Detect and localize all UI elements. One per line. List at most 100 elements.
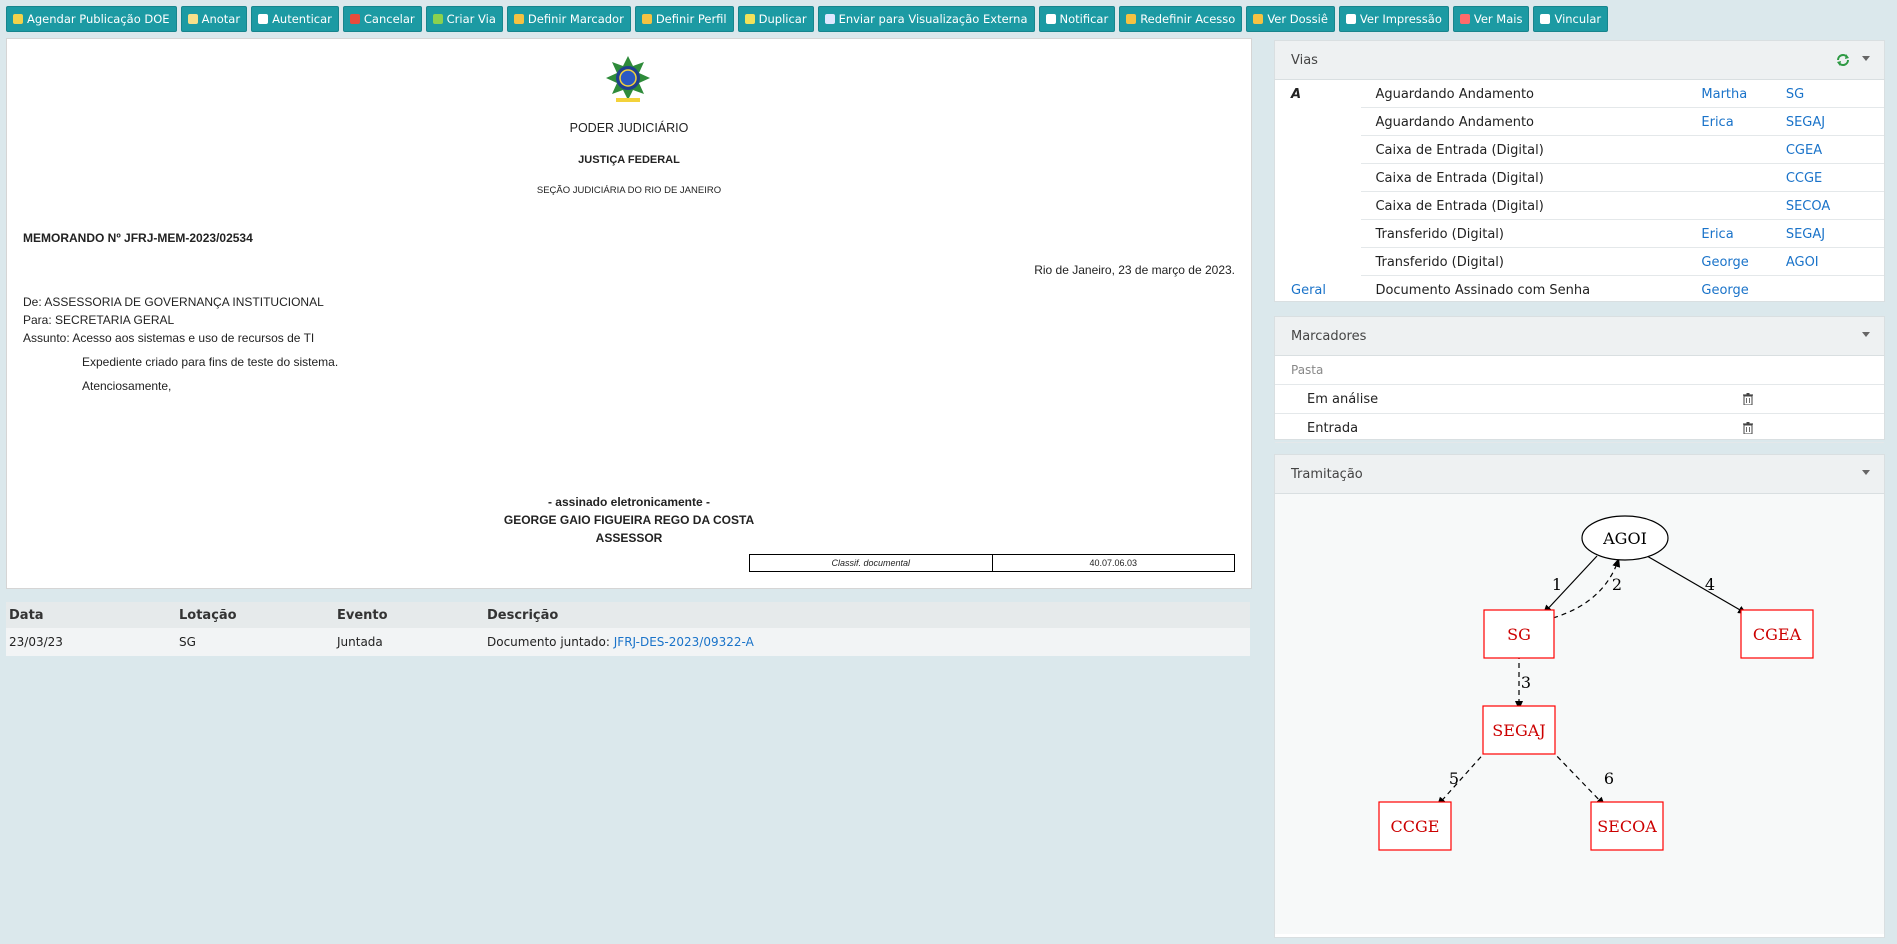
button-label: Definir Perfil	[655, 12, 727, 26]
via-status: Transferido (Digital)	[1375, 226, 1504, 242]
from-line: De: ASSESSORIA DE GOVERNANÇA INSTITUCION…	[23, 295, 324, 309]
edge-arrow	[1646, 555, 1748, 615]
duplicar-button[interactable]: Duplicar	[737, 6, 814, 32]
button-label: Enviar para Visualização Externa	[838, 12, 1028, 26]
via-unit-link[interactable]: CCGE	[1786, 171, 1884, 186]
group-label: Pasta	[1291, 363, 1324, 377]
redefinir-acesso-button[interactable]: Redefinir Acesso	[1119, 6, 1243, 32]
via-person-link[interactable]: George	[1701, 255, 1785, 270]
marcador-item: Em análise	[1275, 385, 1884, 414]
ver-mais-button[interactable]: Ver Mais	[1452, 6, 1530, 32]
via-unit-link[interactable]: SECOA	[1786, 199, 1884, 214]
chevron-down-icon[interactable]	[1862, 470, 1870, 475]
trash-icon[interactable]	[1743, 422, 1753, 434]
node-label: SECOA	[1597, 817, 1657, 836]
signer-name: GEORGE GAIO FIGUEIRA REGO DA COSTA	[503, 513, 755, 527]
calendar-icon	[13, 14, 23, 24]
ver-impressao-button[interactable]: Ver Impressão	[1338, 6, 1449, 32]
row-description: Documento juntado: JFRJ-DES-2023/09322-A	[487, 635, 1250, 649]
authenticate-icon	[258, 14, 269, 24]
classification-label: Classif. documental	[750, 555, 993, 571]
cancelar-button[interactable]: Cancelar	[342, 6, 422, 32]
via-row: Caixa de Entrada (Digital) CCGE	[1275, 164, 1884, 192]
cancel-icon	[349, 14, 360, 24]
signer-role: ASSESSOR	[595, 531, 663, 545]
ver-dossie-button[interactable]: Ver Dossiê	[1246, 6, 1335, 32]
vias-title: Vias	[1291, 52, 1318, 68]
note-icon	[187, 14, 198, 24]
edge-label: 5	[1449, 769, 1459, 788]
via-person-link[interactable]: Erica	[1701, 115, 1785, 130]
to-line: Para: SECRETARIA GERAL	[23, 313, 175, 327]
button-label: Ver Impressão	[1359, 12, 1442, 26]
attached-document-link[interactable]: JFRJ-DES-2023/09322-A	[614, 635, 754, 649]
via-status: Transferido (Digital)	[1375, 254, 1504, 270]
via-unit-link[interactable]: CGEA	[1786, 143, 1884, 158]
header-description: Descrição	[487, 607, 559, 623]
vias-header[interactable]: Vias	[1275, 41, 1884, 80]
memo-number: MEMORANDO Nº JFRJ-MEM-2023/02534	[23, 231, 253, 245]
marcador-label: Entrada	[1307, 420, 1359, 436]
button-label: Duplicar	[758, 12, 807, 26]
edge-arrow	[1436, 749, 1488, 807]
button-label: Cancelar	[363, 12, 415, 26]
marcador-group-label: Pasta	[1275, 356, 1884, 385]
eye-icon	[1459, 14, 1470, 24]
button-label: Criar Via	[446, 12, 496, 26]
button-label: Notificar	[1059, 12, 1109, 26]
trash-icon[interactable]	[1743, 393, 1753, 405]
via-person-link[interactable]: Martha	[1701, 87, 1785, 102]
marcador-label: Em análise	[1307, 391, 1379, 407]
node-label: SG	[1507, 625, 1531, 644]
via-row: A Aguardando Andamento Martha SG	[1275, 80, 1884, 108]
edge-label: 2	[1612, 575, 1622, 594]
link-icon	[1540, 14, 1551, 24]
via-status: Caixa de Entrada (Digital)	[1375, 142, 1544, 158]
via-unit-link[interactable]: AGOI	[1786, 255, 1884, 270]
edge-label: 1	[1552, 575, 1562, 594]
edge-arrow	[1550, 749, 1606, 807]
definir-marcador-button[interactable]: Definir Marcador	[506, 6, 631, 32]
button-label: Anotar	[201, 12, 241, 26]
via-unit-link[interactable]: SG	[1786, 87, 1884, 102]
header-event: Evento	[337, 607, 388, 623]
brasao-emblem-icon	[606, 56, 650, 102]
row-date: 23/03/23	[9, 635, 63, 649]
via-unit-link[interactable]: SEGAJ	[1786, 115, 1884, 130]
anotar-button[interactable]: Anotar	[180, 6, 248, 32]
duplicate-icon	[744, 14, 755, 24]
row-unit: SG	[179, 635, 196, 649]
autenticar-button[interactable]: Autenticar	[251, 6, 339, 32]
row-description-text: Documento juntado:	[487, 635, 610, 649]
via-status: Caixa de Entrada (Digital)	[1375, 170, 1544, 186]
tramitacao-title: Tramitação	[1291, 466, 1363, 482]
enviar-para-visualizacao-externa-button[interactable]: Enviar para Visualização Externa	[817, 6, 1035, 32]
via-status: Documento Assinado com Senha	[1375, 282, 1591, 298]
via-unit-link[interactable]: SEGAJ	[1786, 227, 1884, 242]
notificar-button[interactable]: Notificar	[1038, 6, 1116, 32]
via-person-link[interactable]: George	[1701, 283, 1785, 298]
agendar-publicacao-doe-button[interactable]: Agendar Publicação DOE	[6, 6, 177, 32]
subject-line: Assunto: Acesso aos sistemas e uso de re…	[23, 331, 315, 345]
via-status: Aguardando Andamento	[1375, 86, 1535, 102]
chevron-down-icon[interactable]	[1862, 56, 1870, 61]
signature-note: - assinado eletronicamente -	[547, 495, 711, 509]
add-icon	[432, 14, 443, 24]
vincular-button[interactable]: Vincular	[1533, 6, 1609, 32]
via-row: Caixa de Entrada (Digital) CGEA	[1275, 136, 1884, 164]
via-person-link[interactable]: Erica	[1701, 227, 1785, 242]
org-section: SEÇÃO JUDICIÁRIA DO RIO DE JANEIRO	[536, 185, 722, 196]
chevron-down-icon[interactable]	[1862, 332, 1870, 337]
definir-perfil-button[interactable]: Definir Perfil	[634, 6, 734, 32]
marcadores-header[interactable]: Marcadores	[1275, 317, 1884, 356]
marcadores-list: Em análise Entrada	[1275, 385, 1884, 443]
marcadores-panel: Marcadores Pasta Em análise Entrada	[1274, 316, 1885, 443]
refresh-icon[interactable]	[1836, 54, 1850, 66]
edge-label: 4	[1705, 575, 1715, 594]
closing-text: Atenciosamente,	[82, 379, 172, 393]
button-label: Ver Dossiê	[1267, 12, 1328, 26]
tramitacao-header[interactable]: Tramitação	[1275, 455, 1884, 494]
movements-table: Data Lotação Evento Descrição 23/03/23 S…	[6, 602, 1250, 656]
via-id[interactable]: Geral	[1275, 283, 1375, 298]
criar-via-button[interactable]: Criar Via	[425, 6, 503, 32]
